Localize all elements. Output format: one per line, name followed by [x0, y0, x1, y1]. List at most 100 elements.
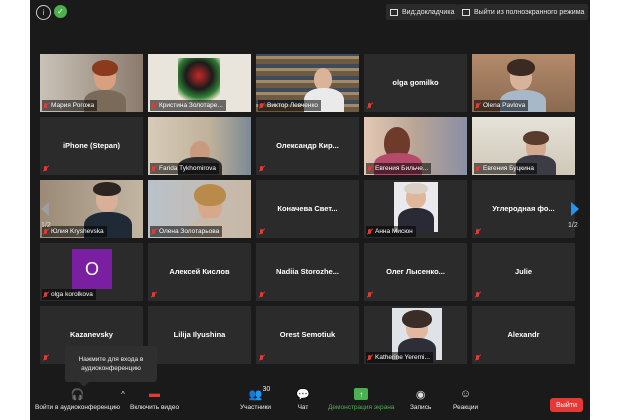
muted-mic-icon: [475, 355, 480, 361]
participant-tile[interactable]: Олена Золотарьова: [148, 180, 251, 238]
share-screen-label: Демонстрация экрана: [328, 404, 395, 411]
speaker-view-label: Вид:докладчика: [402, 8, 455, 16]
chat-label: Чат: [297, 404, 309, 411]
participant-tile[interactable]: Юлия Kryshevska: [40, 180, 143, 238]
start-video-button[interactable]: ▬ Включить видео: [130, 388, 179, 411]
muted-mic-icon: [367, 354, 372, 361]
muted-mic-icon: [475, 165, 480, 172]
page-indicator-right: 1/2: [568, 222, 578, 229]
participant-tile[interactable]: Олександр Кир...: [256, 117, 359, 175]
record-button[interactable]: ◉ Запись: [410, 388, 432, 412]
participant-name: olga gomilko: [392, 78, 439, 87]
participant-name: iPhone (Stepan): [62, 141, 121, 150]
participant-name: Олександр Кир...: [276, 141, 339, 150]
exit-fullscreen-button[interactable]: Выйти из полноэкранного режима: [458, 4, 589, 20]
muted-mic-icon: [367, 103, 372, 109]
audio-options-caret[interactable]: ^: [116, 388, 130, 404]
muted-mic-icon: [259, 102, 264, 109]
participant-tile[interactable]: iPhone (Stepan): [40, 117, 143, 175]
grid-icon: [390, 8, 398, 16]
reactions-label: Реакции: [453, 404, 479, 411]
muted-mic-icon: [259, 292, 264, 298]
leave-meeting-button[interactable]: Выйти: [550, 398, 583, 412]
participant-name: Алексей Кислов: [169, 267, 230, 276]
muted-mic-icon: [151, 165, 156, 172]
headphones-icon: 🎧: [70, 388, 85, 401]
participant-tile[interactable]: Farida Tykhomirova: [148, 117, 251, 175]
speaker-view-button[interactable]: Вид:докладчика: [386, 4, 459, 20]
participant-tile[interactable]: Углеродная фо...: [472, 180, 575, 238]
participant-name: olga korolkova: [42, 289, 96, 300]
participant-tile[interactable]: Анна Мисюн: [364, 180, 467, 238]
participant-name: Кристина Золотаре...: [150, 100, 226, 111]
info-icon[interactable]: i: [36, 5, 51, 20]
participant-name: Nadiia Storozhe...: [276, 267, 339, 276]
tooltip-line-2: аудиоконференцию: [81, 365, 141, 372]
participant-name: Katherine Yeremi...: [366, 352, 433, 363]
participant-name: Олена Золотарьова: [150, 226, 223, 237]
participant-tile[interactable]: Katherine Yeremi...: [364, 306, 467, 364]
participant-name: Мария Рогожа: [42, 100, 98, 111]
participant-tile[interactable]: O olga korolkova: [40, 243, 143, 301]
participant-tile[interactable]: Olena Pavlova: [472, 54, 575, 112]
participant-tile[interactable]: Олег Лысенко...: [364, 243, 467, 301]
participant-name: Farida Tykhomirova: [150, 163, 219, 174]
shield-icon[interactable]: ✓: [54, 5, 67, 18]
muted-mic-icon: [259, 229, 264, 235]
share-screen-icon: ↑: [354, 388, 369, 400]
participant-name: Lilija Ilyushina: [173, 330, 226, 339]
reactions-button[interactable]: ☺ Реакции: [453, 388, 478, 411]
participant-tile[interactable]: Виктор Левченко: [256, 54, 359, 112]
participant-tile[interactable]: olga gomilko: [364, 54, 467, 112]
participant-name: Julie: [514, 267, 533, 276]
exit-fullscreen-label: Выйти из полноэкранного режима: [474, 8, 585, 16]
participant-tile[interactable]: Коначева Свет...: [256, 180, 359, 238]
participant-name: Евгения Бильче...: [366, 163, 432, 174]
participant-tile[interactable]: Orest Semotiuk: [256, 306, 359, 364]
participant-tile[interactable]: Алексей Кислов: [148, 243, 251, 301]
record-label: Запись: [410, 404, 432, 411]
participant-name: Коначева Свет...: [277, 204, 338, 213]
muted-mic-icon: [43, 228, 48, 235]
join-audio-button[interactable]: 🎧 Войти в аудиоконференцию: [35, 388, 121, 412]
participant-name: Анна Мисюн: [366, 226, 416, 237]
participant-tile[interactable]: Alexandr: [472, 306, 575, 364]
participant-name: Orest Semotiuk: [279, 330, 336, 339]
participant-tile[interactable]: Lilija Ilyushina: [148, 306, 251, 364]
muted-mic-icon: [151, 292, 156, 298]
record-icon: ◉: [415, 388, 426, 401]
participant-name: Alexandr: [507, 330, 540, 339]
video-off-icon: ▬: [149, 388, 161, 400]
muted-mic-icon: [43, 102, 48, 109]
next-page-arrow-icon[interactable]: [571, 202, 579, 216]
prev-page-arrow-icon[interactable]: [41, 202, 49, 216]
tooltip-line-1: Нажмите для входа в: [78, 356, 144, 363]
muted-mic-icon: [43, 166, 48, 172]
participant-tile-active-speaker[interactable]: Евгения Буцкина: [472, 117, 575, 175]
avatar: O: [72, 249, 112, 289]
muted-mic-icon: [43, 291, 48, 298]
participant-tile[interactable]: Кристина Золотаре...: [148, 54, 251, 112]
muted-mic-icon: [475, 229, 480, 235]
chevron-up-icon: ^: [121, 389, 125, 399]
muted-mic-icon: [367, 228, 372, 235]
muted-mic-icon: [259, 355, 264, 361]
muted-mic-icon: [259, 166, 264, 172]
participants-button[interactable]: 👥 30 Участники: [240, 386, 271, 411]
participant-name: Kazanevsky: [70, 330, 113, 339]
muted-mic-icon: [475, 292, 480, 298]
muted-mic-icon: [151, 102, 156, 109]
share-screen-button[interactable]: ↑ Демонстрация экрана: [328, 388, 394, 411]
chat-button[interactable]: 💬 Чат: [296, 388, 310, 412]
participant-tile[interactable]: Евгения Бильче...: [364, 117, 467, 175]
participant-name: Углеродная фо...: [492, 204, 555, 213]
participant-name: Olena Pavlova: [474, 100, 529, 111]
muted-mic-icon: [151, 228, 156, 235]
participant-tile[interactable]: Nadiia Storozhe...: [256, 243, 359, 301]
join-audio-label: Войти в аудиоконференцию: [35, 404, 121, 411]
chat-icon: 💬: [296, 388, 310, 401]
participant-name: Виктор Левченко: [258, 100, 321, 111]
exit-fullscreen-icon: [462, 8, 470, 16]
participant-tile[interactable]: Julie: [472, 243, 575, 301]
participant-tile[interactable]: Мария Рогожа: [40, 54, 143, 112]
